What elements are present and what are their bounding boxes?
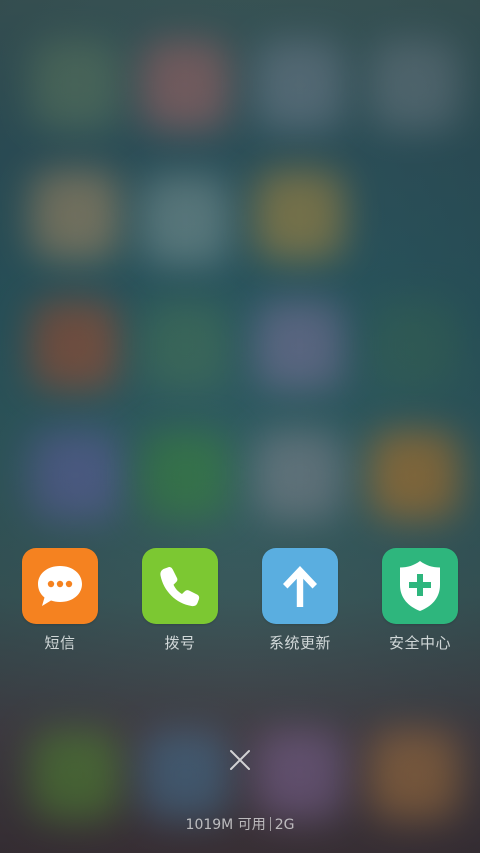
phone-handset-icon [142, 548, 218, 624]
app-label: 系统更新 [268, 634, 331, 652]
memory-available: 1019M 可用 [185, 817, 266, 833]
memory-status: 1019M 可用 2G [0, 814, 480, 834]
message-bubble-icon [22, 548, 98, 624]
close-all-button[interactable] [224, 744, 256, 776]
recent-app-system-update[interactable]: 系统更新 [240, 548, 360, 653]
memory-separator [269, 817, 271, 831]
recent-app-security-center[interactable]: 安全中心 [360, 548, 480, 653]
memory-total: 2G [274, 817, 295, 833]
recent-app-messages[interactable]: 短信 [0, 548, 120, 653]
scrim [0, 0, 480, 853]
app-label: 安全中心 [388, 634, 451, 652]
arrow-up-icon [262, 548, 338, 624]
recent-app-dialer[interactable]: 拨号 [120, 548, 240, 653]
app-label: 短信 [44, 634, 76, 652]
close-icon [230, 750, 250, 770]
app-label: 拨号 [164, 634, 196, 652]
shield-plus-icon [382, 548, 458, 624]
recent-apps-row: 短信 拨号 系统更新 安全中心 [0, 548, 480, 658]
blurred-home-screen [0, 0, 480, 853]
